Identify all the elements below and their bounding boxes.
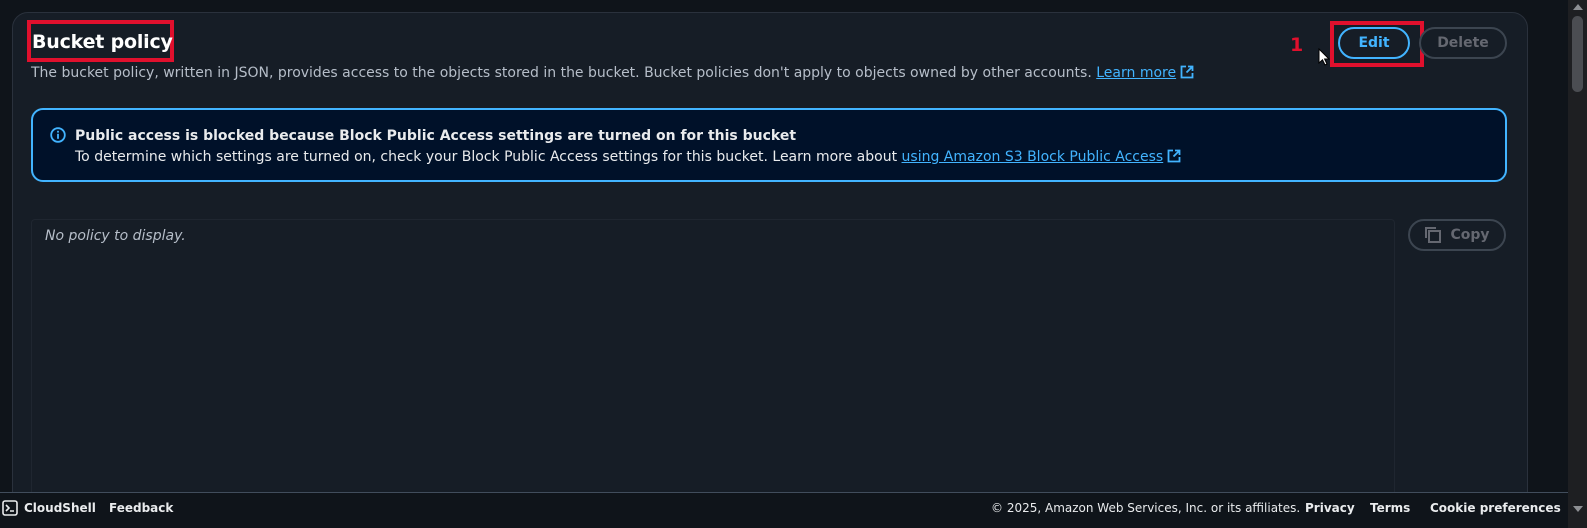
copy-button[interactable]: Copy — [1408, 219, 1506, 251]
copy-label: Copy — [1450, 227, 1490, 243]
edit-button[interactable]: Edit — [1338, 27, 1410, 59]
copyright-text: © 2025, Amazon Web Services, Inc. or its… — [991, 501, 1301, 515]
cloudshell-label: CloudShell — [24, 501, 96, 515]
delete-button[interactable]: Delete — [1419, 27, 1507, 59]
privacy-link[interactable]: Privacy — [1305, 501, 1355, 515]
feedback-link[interactable]: Feedback — [109, 501, 173, 515]
scroll-down-icon[interactable] — [1573, 506, 1583, 512]
empty-policy-text: No policy to display. — [45, 228, 186, 244]
policy-viewer: No policy to display. — [31, 219, 1395, 509]
block-public-access-label: using Amazon S3 Block Public Access — [901, 149, 1164, 165]
scroll-up-icon[interactable] — [1573, 4, 1583, 10]
description-text: The bucket policy, written in JSON, prov… — [31, 65, 1092, 81]
copy-icon — [1425, 227, 1442, 243]
scroll-thumb[interactable] — [1572, 16, 1583, 92]
block-public-access-link[interactable]: using Amazon S3 Block Public Access — [902, 149, 1182, 165]
external-link-icon — [1167, 149, 1181, 167]
cookie-preferences-link[interactable]: Cookie preferences — [1430, 501, 1561, 515]
page-title: Bucket policy — [32, 31, 173, 53]
page: Bucket policy The bucket policy, written… — [0, 0, 1587, 528]
cloudshell-button[interactable]: CloudShell — [2, 500, 96, 516]
alert-body-text: To determine which settings are turned o… — [75, 149, 898, 165]
info-alert: Public access is blocked because Block P… — [31, 108, 1507, 182]
alert-body: To determine which settings are turned o… — [75, 149, 1181, 167]
page-scrollbar[interactable] — [1568, 0, 1587, 528]
alert-title: Public access is blocked because Block P… — [75, 128, 797, 144]
info-circle-icon — [50, 127, 66, 148]
section-description: The bucket policy, written in JSON, prov… — [31, 65, 1194, 83]
console-footer: CloudShell Feedback © 2025, Amazon Web S… — [0, 492, 1568, 522]
learn-more-label: Learn more — [1096, 65, 1177, 81]
step-number-label: 1 — [1290, 34, 1304, 56]
mouse-pointer-icon — [1318, 47, 1331, 71]
terms-link[interactable]: Terms — [1370, 501, 1410, 515]
terminal-icon — [2, 500, 18, 516]
learn-more-link[interactable]: Learn more — [1096, 65, 1194, 81]
external-link-icon — [1180, 65, 1194, 83]
